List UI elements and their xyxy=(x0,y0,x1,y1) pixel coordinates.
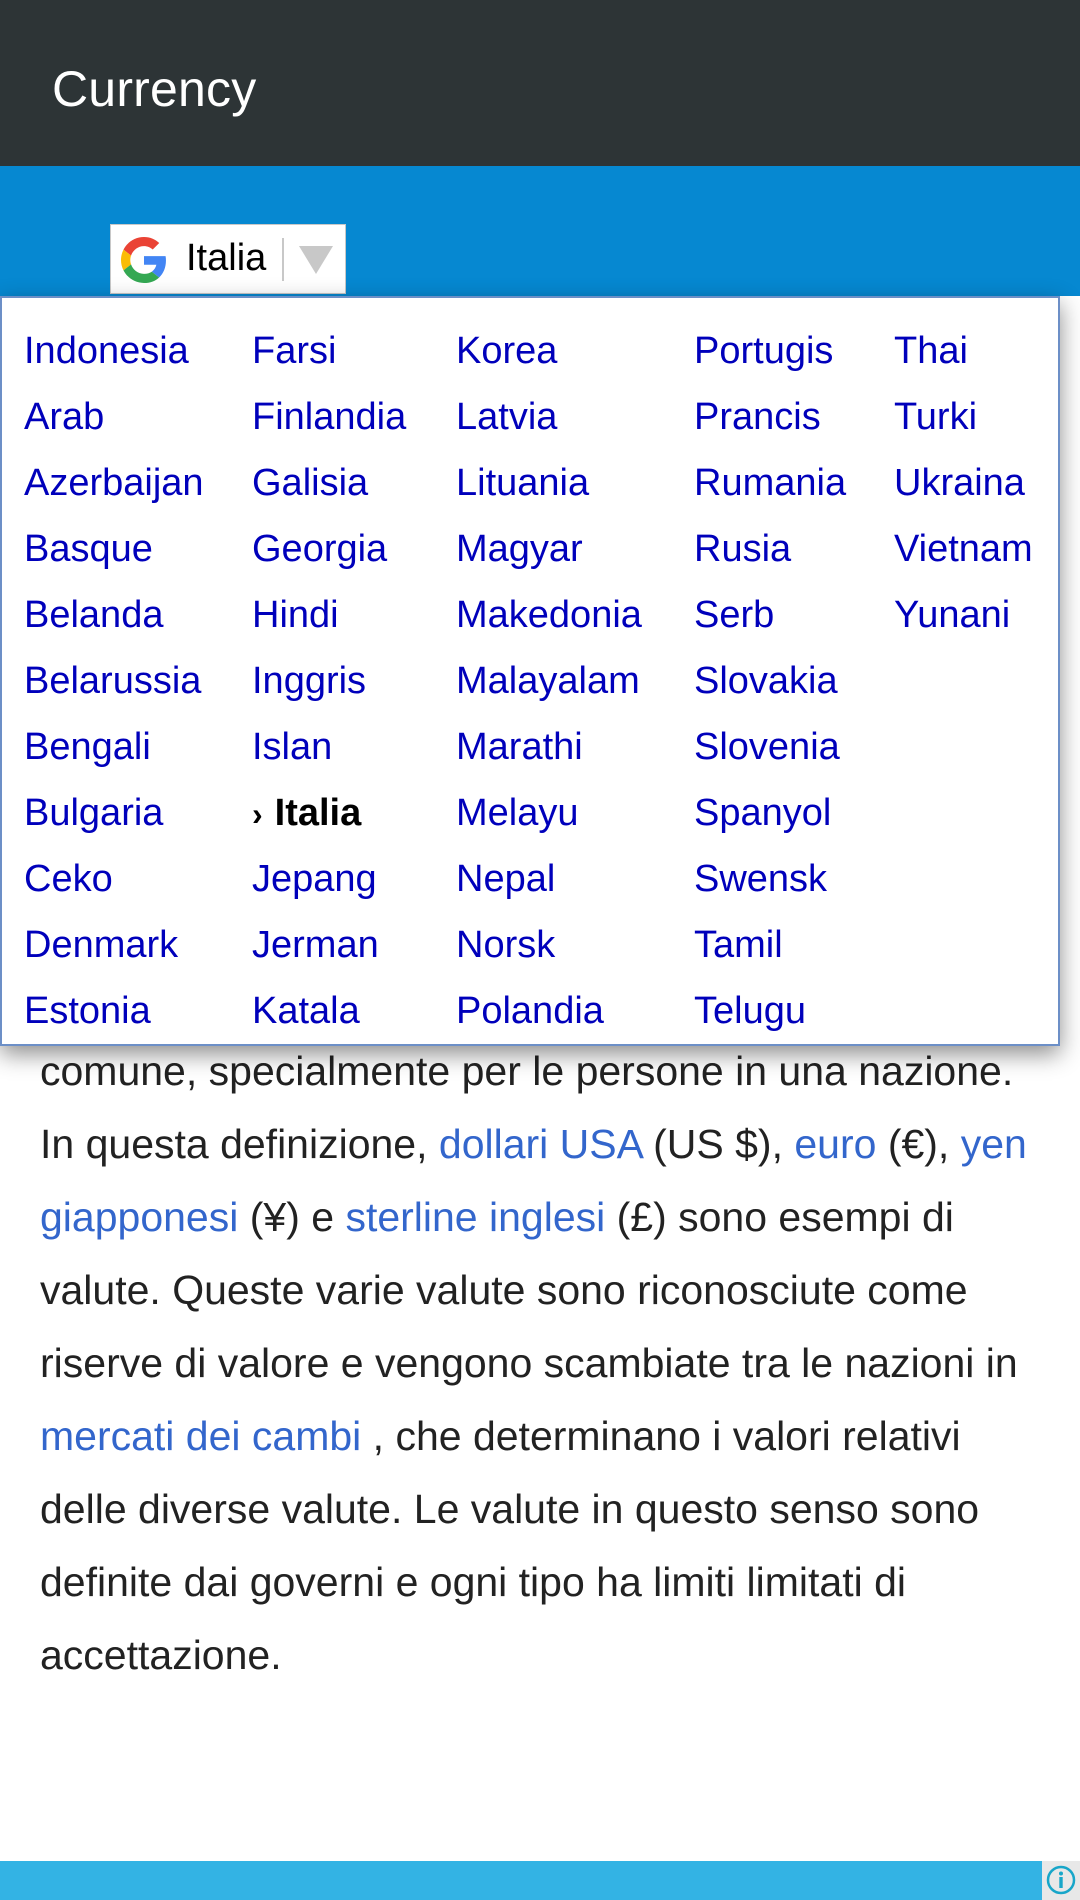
ad-info-button[interactable] xyxy=(1042,1861,1080,1900)
language-option[interactable]: Ukraina xyxy=(894,450,1033,516)
app-title: Currency xyxy=(52,61,257,117)
language-option[interactable]: Inggris xyxy=(252,648,406,714)
language-option[interactable]: Polandia xyxy=(456,978,642,1044)
language-option[interactable]: Basque xyxy=(24,516,204,582)
language-option[interactable]: Latvia xyxy=(456,384,642,450)
language-option[interactable]: Spanyol xyxy=(694,780,846,846)
language-option[interactable]: Norsk xyxy=(456,912,642,978)
article-text: (€), xyxy=(876,1121,961,1167)
language-select[interactable]: Italia xyxy=(110,224,346,294)
link-sterline[interactable]: sterline inglesi xyxy=(345,1194,605,1240)
language-option[interactable]: Magyar xyxy=(456,516,642,582)
language-option[interactable]: Rusia xyxy=(694,516,846,582)
language-option[interactable]: Serb xyxy=(694,582,846,648)
language-option-label: Italia xyxy=(274,792,362,834)
link-mercati-dei-cambi[interactable]: mercati dei cambi xyxy=(40,1413,361,1459)
language-option[interactable]: Yunani xyxy=(894,582,1033,648)
language-option[interactable]: Nepal xyxy=(456,846,642,912)
selected-chevron-icon: › xyxy=(252,796,263,832)
language-option[interactable]: Prancis xyxy=(694,384,846,450)
language-option[interactable]: Belanda xyxy=(24,582,204,648)
language-option[interactable]: Slovenia xyxy=(694,714,846,780)
select-divider xyxy=(282,238,284,281)
language-option[interactable]: Belarussia xyxy=(24,648,204,714)
language-option[interactable]: Swensk xyxy=(694,846,846,912)
ad-banner[interactable] xyxy=(0,1861,1042,1900)
language-option[interactable]: Makedonia xyxy=(456,582,642,648)
language-option[interactable]: Georgia xyxy=(252,516,406,582)
dropdown-arrow-icon[interactable] xyxy=(299,246,333,274)
language-option[interactable]: Galisia xyxy=(252,450,406,516)
language-option[interactable]: Estonia xyxy=(24,978,204,1044)
language-column: Farsi Finlandia Galisia Georgia Hindi Inggris… xyxy=(252,318,406,1044)
language-option[interactable]: Melayu xyxy=(456,780,642,846)
language-option[interactable]: Islan xyxy=(252,714,406,780)
language-option[interactable]: Jerman xyxy=(252,912,406,978)
info-icon xyxy=(1046,1865,1076,1895)
language-option[interactable]: Tamil xyxy=(694,912,846,978)
language-column: Indonesia Arab Azerbaijan Basque Belanda Bela… xyxy=(24,318,204,1044)
language-option[interactable]: Lituania xyxy=(456,450,642,516)
language-column: Portugis Prancis Rumania Rusia Serb Slovakia S… xyxy=(694,318,846,1044)
language-option[interactable]: Bengali xyxy=(24,714,204,780)
article-text: (¥) e xyxy=(238,1194,346,1240)
language-column: Thai Turki Ukraina Vietnam Yunani xyxy=(894,318,1033,648)
language-option[interactable]: Arab xyxy=(24,384,204,450)
language-option[interactable]: Korea xyxy=(456,318,642,384)
language-option[interactable]: Marathi xyxy=(456,714,642,780)
language-menu: Indonesia Arab Azerbaijan Basque Belanda Bela… xyxy=(0,296,1060,1046)
app-bar: Currency xyxy=(0,0,1080,166)
selected-language: Italia xyxy=(186,237,267,279)
language-option[interactable]: Hindi xyxy=(252,582,406,648)
language-option[interactable]: Portugis xyxy=(694,318,846,384)
link-euro[interactable]: euro xyxy=(794,1121,876,1167)
language-option[interactable]: Jepang xyxy=(252,846,406,912)
language-option[interactable]: Denmark xyxy=(24,912,204,978)
link-dollari-usa[interactable]: dollari USA xyxy=(439,1121,642,1167)
language-option[interactable]: Turki xyxy=(894,384,1033,450)
language-option[interactable]: Farsi xyxy=(252,318,406,384)
language-option[interactable]: Ceko xyxy=(24,846,204,912)
language-option[interactable]: Malayalam xyxy=(456,648,642,714)
language-option[interactable]: Rumania xyxy=(694,450,846,516)
language-option[interactable]: Azerbaijan xyxy=(24,450,204,516)
google-g-icon xyxy=(121,237,166,283)
language-option[interactable]: Katala xyxy=(252,978,406,1044)
language-option[interactable]: Thai xyxy=(894,318,1033,384)
language-option[interactable]: Bulgaria xyxy=(24,780,204,846)
language-option[interactable]: Indonesia xyxy=(24,318,204,384)
language-option[interactable]: Slovakia xyxy=(694,648,846,714)
language-option[interactable]: Vietnam xyxy=(894,516,1033,582)
language-option[interactable]: › Italia xyxy=(252,780,406,846)
language-column: Korea Latvia Lituania Magyar Makedonia Malaya… xyxy=(456,318,642,1044)
article-text: (US $), xyxy=(641,1121,795,1167)
article-body: comune, specialmente per le persone in u… xyxy=(40,1035,1050,1692)
language-option[interactable]: Telugu xyxy=(694,978,846,1044)
language-option[interactable]: Finlandia xyxy=(252,384,406,450)
